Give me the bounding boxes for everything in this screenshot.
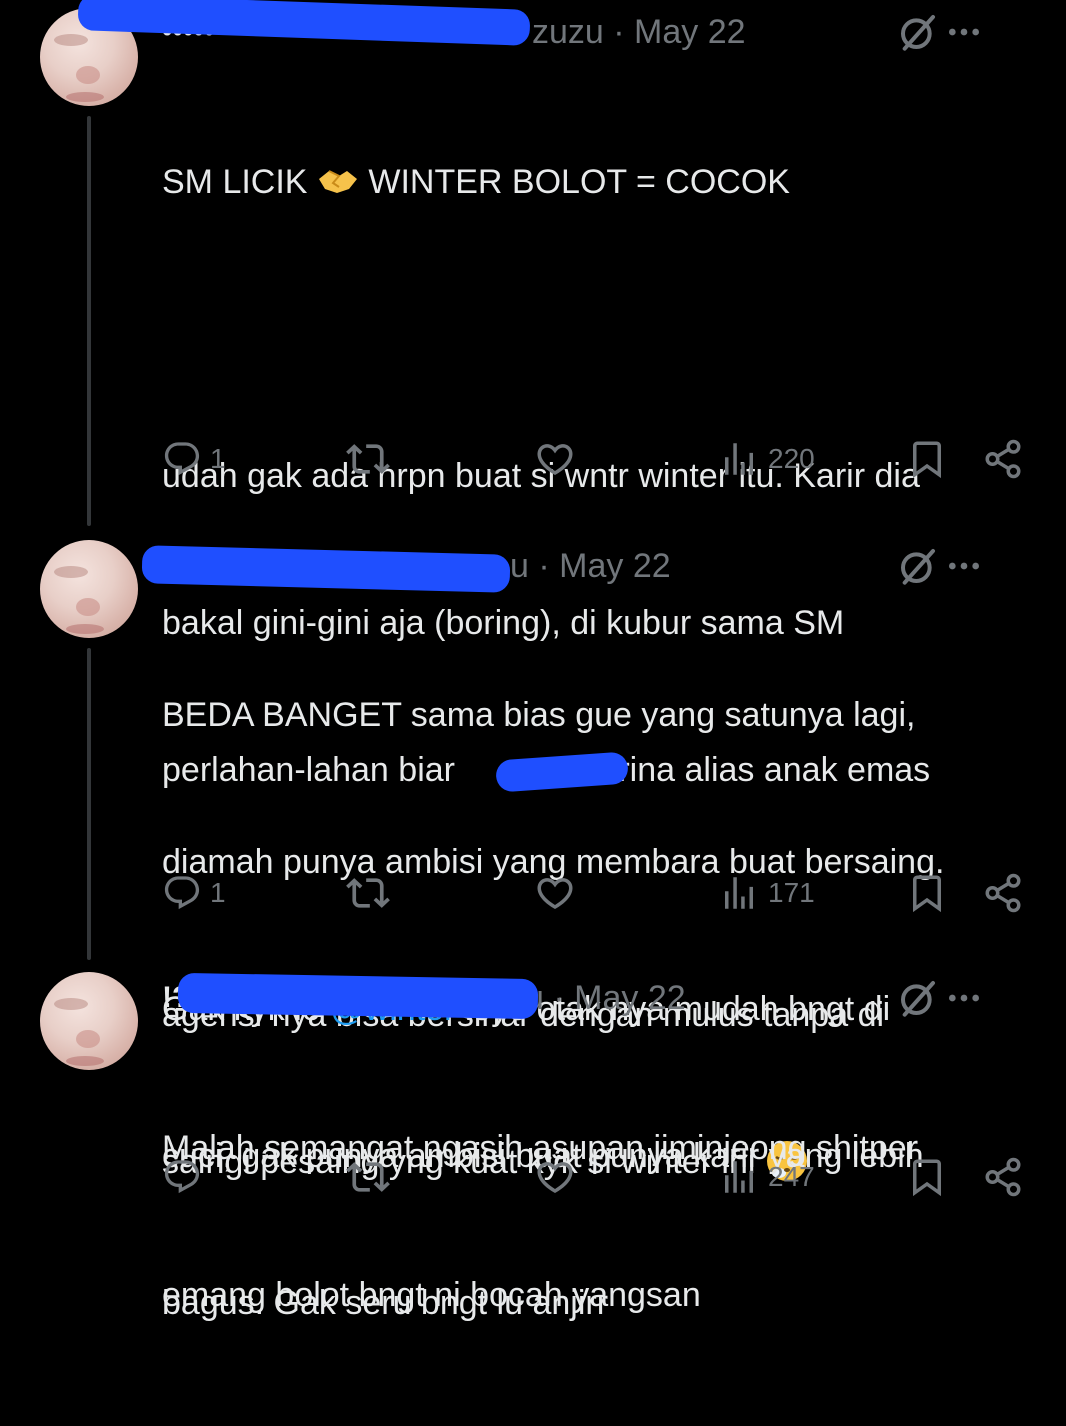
bookmark-button[interactable] (906, 1152, 948, 1202)
views-count: 220 (768, 443, 815, 474)
reply-icon (162, 873, 202, 913)
views-button[interactable]: 220 (718, 434, 815, 484)
retweet-button[interactable] (346, 1152, 390, 1202)
tweet-text-line: emang bolot bngt ni bocah yangsan (162, 1276, 701, 1314)
heart-icon (534, 872, 576, 914)
tweet-text: Malah semangat ngasih asupan jiminjeong … (162, 1026, 1032, 1418)
tweet-actions: 247 (0, 1152, 1066, 1202)
like-button[interactable] (534, 1152, 576, 1202)
grok-icon[interactable] (898, 978, 938, 1018)
more-icon[interactable] (944, 12, 984, 52)
more-icon[interactable] (944, 978, 984, 1018)
reply-count: 1 (210, 877, 226, 908)
avatar[interactable] (40, 540, 138, 638)
views-button[interactable]: 247 (718, 1152, 815, 1202)
reply-button[interactable]: 1 (162, 868, 226, 918)
handshake-emoji (318, 170, 357, 193)
bookmark-icon (906, 438, 948, 480)
like-button[interactable] (534, 868, 576, 918)
tweet-date[interactable]: zuzu · May 22 (532, 13, 746, 52)
tweet-actions: 1 220 (0, 434, 1066, 484)
tweet-text-line: WINTER BOLOT = COCOK (358, 163, 790, 201)
grok-icon[interactable] (898, 546, 938, 586)
reply-icon (162, 439, 202, 479)
grok-icon[interactable] (898, 12, 938, 52)
bookmark-button[interactable] (906, 868, 948, 918)
bookmark-icon (906, 1156, 948, 1198)
views-icon (718, 1156, 760, 1198)
share-icon (982, 438, 1024, 480)
like-button[interactable] (534, 434, 576, 484)
tweet-date-label: · May 22 (613, 12, 746, 51)
avatar[interactable] (40, 972, 138, 1070)
retweet-icon (346, 1155, 390, 1199)
author-handle: zuzu (532, 12, 604, 51)
reply-button[interactable] (162, 1152, 210, 1202)
retweet-icon (346, 871, 390, 915)
share-button[interactable] (982, 868, 1024, 918)
share-button[interactable] (982, 1152, 1024, 1202)
redaction-mark (177, 972, 539, 1020)
retweet-button[interactable] (346, 434, 390, 484)
retweet-icon (346, 437, 390, 481)
share-icon (982, 872, 1024, 914)
more-icon[interactable] (944, 546, 984, 586)
views-icon (718, 438, 760, 480)
views-count: 247 (768, 1161, 815, 1192)
share-button[interactable] (982, 434, 1024, 484)
views-count: 171 (768, 877, 815, 908)
tweet-date-label: · May 22 (538, 546, 671, 585)
tweet-actions: 1 171 (0, 868, 1066, 918)
tweet-date[interactable]: u · May 22 (510, 547, 671, 586)
bookmark-button[interactable] (906, 434, 948, 484)
author-handle: u (510, 546, 529, 585)
heart-icon (534, 438, 576, 480)
reply-button[interactable]: 1 (162, 434, 226, 484)
bookmark-icon (906, 872, 948, 914)
tweet-text-line: SM LICIK (162, 163, 317, 201)
share-icon (982, 1156, 1024, 1198)
reply-icon (162, 1157, 202, 1197)
heart-icon (534, 1156, 576, 1198)
tweet-date-label: · May 22 (553, 978, 686, 1017)
views-button[interactable]: 171 (718, 868, 815, 918)
views-icon (718, 872, 760, 914)
retweet-button[interactable] (346, 868, 390, 918)
reply-count: 1 (210, 443, 226, 474)
tweet-text-line: BEDA BANGET sama bias gue yang satunya l… (162, 696, 916, 734)
